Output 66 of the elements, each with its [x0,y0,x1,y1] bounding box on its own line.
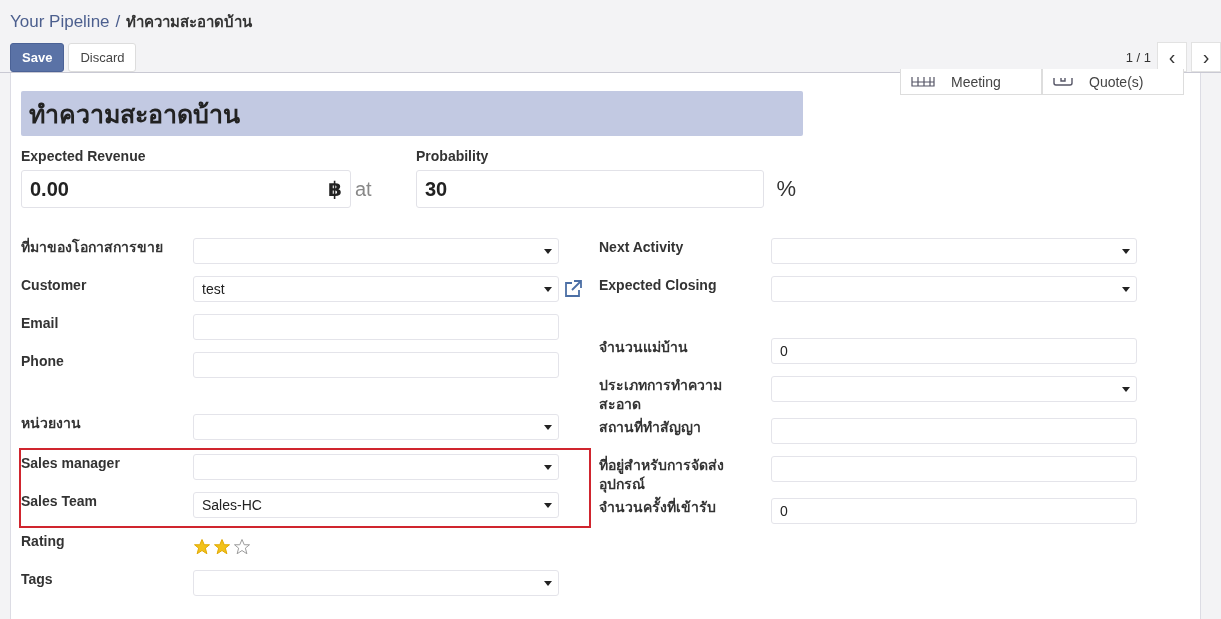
next-button[interactable]: › [1191,42,1221,72]
select-field[interactable]: test [193,276,559,302]
star-icon[interactable] [193,538,211,556]
input-field[interactable] [193,314,559,340]
probability-field[interactable]: 30 [416,170,765,208]
field-label: หน่วยงาน [21,414,82,433]
pager-counter: 1 / 1 [1125,49,1151,65]
field-label: Probability [416,148,490,164]
caret-icon [544,464,552,470]
caret-icon [544,248,552,254]
select-field[interactable] [771,238,1137,264]
previous-button[interactable]: ‹ [1157,42,1187,72]
smart-button[interactable]: Meeting [900,69,1042,95]
select-field[interactable] [771,276,1137,302]
caret-icon [1122,248,1130,254]
star-icon[interactable] [213,538,231,556]
input-field[interactable] [771,456,1137,482]
field-label: จำนวนแม่บ้าน [599,338,689,357]
caret-icon [1122,286,1130,292]
select-field[interactable] [193,454,559,480]
field-label: Phone [21,352,65,371]
star-icon[interactable] [233,538,251,556]
smart-button[interactable]: Quote(s) [1042,69,1184,95]
caret-icon [544,502,552,508]
field-label: Sales manager [21,454,121,473]
currency-symbol: ฿ [328,177,342,201]
select-field[interactable] [193,414,559,440]
select-field[interactable]: Sales-HC [193,492,559,518]
external-link-icon[interactable] [563,279,583,299]
caret-icon [544,286,552,292]
field-label: จำนวนครั้งที่เข้ารับ [599,494,749,517]
field-label: Expected Closing [599,276,718,295]
caret-icon [544,424,552,430]
breadcrumb-current: ทำความสะอาดบ้าน [126,12,253,32]
field-value: Sales-HC [202,497,262,513]
field-label: Next Activity [599,238,685,257]
breadcrumb-link[interactable]: Your Pipeline [10,12,110,32]
select-field[interactable] [193,238,559,264]
document-icon [1053,77,1073,86]
revenue-field[interactable]: 0.00 ฿ [21,170,351,208]
select-field[interactable] [193,570,559,596]
field-label: ที่มาของโอกาสการขาย [21,236,164,257]
field-label: Rating [21,532,66,551]
input-field[interactable] [771,418,1137,444]
save-button[interactable]: Save [10,42,65,72]
field-label: Tags [21,570,54,589]
record-title: ทำความสะอาดบ้าน [21,91,803,136]
field-label: สถานที่ทำสัญญา [599,416,702,437]
field-label: Expected Revenue [21,148,147,164]
field-label: Email [21,314,60,333]
caret-icon [1122,386,1130,392]
field-label: ประเภทการทำความสะอาด [599,376,723,414]
field-label: ที่อยู่สำหรับการจัดส่งอุปกรณ์ [599,454,725,494]
field-label: Sales Team [21,492,98,511]
at-label: at [355,177,372,201]
field-value: test [202,281,225,297]
percent-sign: % [776,176,796,202]
input-field[interactable] [193,352,559,378]
input-field[interactable]: 0 [771,338,1137,364]
calendar-icon [911,76,935,87]
caret-icon [544,580,552,586]
input-field[interactable]: 0 [771,498,1137,524]
select-field[interactable] [771,376,1137,402]
discard-button[interactable]: Discard [68,42,137,72]
breadcrumb-separator: / [115,12,121,32]
field-label: Customer [21,276,88,295]
